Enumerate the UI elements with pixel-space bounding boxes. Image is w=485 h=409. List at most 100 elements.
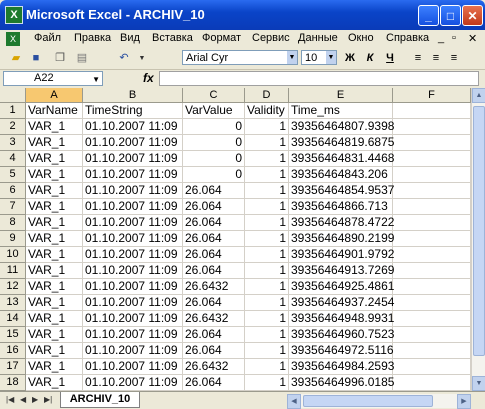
spreadsheet-grid[interactable]: A B C D E F 1 VarName TimeString VarValue Validity… — [0, 88, 471, 391]
table-cell[interactable] — [393, 231, 471, 247]
table-cell[interactable]: 0 — [183, 151, 245, 167]
table-cell[interactable]: 1 — [245, 375, 289, 391]
table-cell[interactable]: 1 — [245, 199, 289, 215]
table-cell[interactable]: VAR_1 — [26, 375, 83, 391]
table-cell[interactable] — [393, 167, 471, 183]
table-cell[interactable]: 01.10.2007 11:09 — [83, 167, 183, 183]
table-cell[interactable]: 01.10.2007 11:09 — [83, 151, 183, 167]
table-cell[interactable]: VAR_1 — [26, 279, 83, 295]
table-cell[interactable]: 1 — [245, 151, 289, 167]
prev-sheet-icon[interactable]: ◀ — [20, 395, 26, 404]
table-cell[interactable]: 1 — [245, 183, 289, 199]
font-name-select[interactable]: Arial Cyr ▼ — [182, 50, 298, 65]
row-header[interactable]: 7 — [0, 199, 26, 215]
horizontal-scroll-thumb[interactable] — [303, 395, 433, 407]
table-cell[interactable]: 39356464925.4861 — [289, 279, 394, 295]
font-size-select[interactable]: 10 ▼ — [301, 50, 337, 65]
row-header[interactable]: 5 — [0, 167, 26, 183]
sheet-tab-archiv-10[interactable]: ARCHIV_10 — [60, 392, 140, 408]
table-cell[interactable] — [393, 183, 471, 199]
doc-minimize-button[interactable]: _ — [438, 32, 444, 44]
table-cell[interactable]: 26.6432 — [183, 359, 245, 375]
table-cell[interactable]: 01.10.2007 11:09 — [83, 119, 183, 135]
table-cell[interactable]: 39356464996.0185 — [289, 375, 394, 391]
table-cell[interactable]: 01.10.2007 11:09 — [83, 199, 183, 215]
table-cell[interactable]: 39356464807.9398 — [289, 119, 394, 135]
table-cell[interactable]: 26.064 — [183, 343, 245, 359]
vertical-scroll-thumb[interactable] — [473, 106, 485, 356]
table-cell[interactable]: VAR_1 — [26, 199, 83, 215]
table-cell[interactable]: TimeString — [83, 103, 183, 119]
excel-icon[interactable]: X — [5, 6, 23, 24]
table-cell[interactable] — [393, 135, 471, 151]
table-cell[interactable] — [393, 279, 471, 295]
table-cell[interactable]: 39356464913.7269 — [289, 263, 394, 279]
table-cell[interactable]: VAR_1 — [26, 183, 83, 199]
table-cell[interactable]: 39356464854.9537 — [289, 183, 394, 199]
fx-icon[interactable]: fx — [143, 71, 154, 85]
align-left-icon[interactable]: ≡ — [410, 51, 426, 66]
column-header-b[interactable]: B — [83, 88, 183, 103]
last-sheet-icon[interactable]: ▶| — [44, 395, 52, 404]
align-center-icon[interactable]: ≡ — [428, 51, 444, 66]
table-cell[interactable]: 01.10.2007 11:09 — [83, 247, 183, 263]
table-cell[interactable]: 1 — [245, 359, 289, 375]
table-cell[interactable] — [393, 359, 471, 375]
scroll-right-icon[interactable]: ▶ — [457, 394, 471, 409]
bold-button[interactable]: Ж — [342, 51, 358, 66]
row-header[interactable]: 6 — [0, 183, 26, 199]
vertical-scrollbar[interactable]: ▲ ▼ — [471, 88, 485, 391]
table-cell[interactable]: 0 — [183, 167, 245, 183]
title-bar[interactable]: X Microsoft Excel - ARCHIV_10 _ □ ✕ — [0, 0, 485, 30]
chevron-down-icon[interactable]: ▼ — [134, 51, 150, 66]
table-cell[interactable]: 1 — [245, 327, 289, 343]
table-cell[interactable] — [393, 311, 471, 327]
table-cell[interactable]: VAR_1 — [26, 295, 83, 311]
table-cell[interactable]: 26.064 — [183, 231, 245, 247]
table-cell[interactable] — [393, 247, 471, 263]
table-cell[interactable]: 26.064 — [183, 375, 245, 391]
table-cell[interactable]: 26.064 — [183, 215, 245, 231]
menu-tools[interactable]: Сервис — [252, 32, 290, 44]
table-cell[interactable]: 39356464972.5116 — [289, 343, 394, 359]
table-cell[interactable]: 39356464831.4468 — [289, 151, 394, 167]
maximize-button[interactable]: □ — [440, 5, 461, 26]
chevron-down-icon[interactable]: ▼ — [287, 51, 297, 64]
table-cell[interactable]: 01.10.2007 11:09 — [83, 343, 183, 359]
select-all-corner[interactable] — [0, 88, 26, 103]
open-icon[interactable]: ▰ — [8, 51, 24, 66]
scroll-up-icon[interactable]: ▲ — [472, 88, 485, 103]
row-header[interactable]: 13 — [0, 295, 26, 311]
table-cell[interactable] — [393, 199, 471, 215]
table-cell[interactable]: VAR_1 — [26, 311, 83, 327]
table-cell[interactable]: VAR_1 — [26, 247, 83, 263]
column-header-c[interactable]: C — [183, 88, 245, 103]
column-header-f[interactable]: F — [393, 88, 471, 103]
table-cell[interactable]: 39356464890.2199 — [289, 231, 394, 247]
table-cell[interactable]: 01.10.2007 11:09 — [83, 311, 183, 327]
menu-format[interactable]: Формат — [202, 32, 241, 44]
next-sheet-icon[interactable]: ▶ — [32, 395, 38, 404]
table-cell[interactable]: 26.064 — [183, 327, 245, 343]
table-cell[interactable]: 39356464960.7523 — [289, 327, 394, 343]
table-cell[interactable]: Validity — [245, 103, 289, 119]
table-cell[interactable]: 1 — [245, 311, 289, 327]
row-header[interactable]: 15 — [0, 327, 26, 343]
menu-window[interactable]: Окно — [348, 32, 374, 44]
table-cell[interactable]: VarValue — [183, 103, 245, 119]
row-header[interactable]: 16 — [0, 343, 26, 359]
table-cell[interactable]: 01.10.2007 11:09 — [83, 327, 183, 343]
table-cell[interactable]: VAR_1 — [26, 215, 83, 231]
table-cell[interactable]: 1 — [245, 279, 289, 295]
menu-data[interactable]: Данные — [298, 32, 338, 44]
table-cell[interactable]: 01.10.2007 11:09 — [83, 215, 183, 231]
column-header-e[interactable]: E — [289, 88, 393, 103]
table-cell[interactable]: 01.10.2007 11:09 — [83, 295, 183, 311]
doc-close-button[interactable]: ✕ — [468, 32, 477, 45]
table-cell[interactable]: 39356464948.9931 — [289, 311, 394, 327]
table-cell[interactable]: 26.6432 — [183, 311, 245, 327]
workbook-icon[interactable]: X — [6, 32, 20, 46]
table-cell[interactable]: VAR_1 — [26, 135, 83, 151]
table-cell[interactable]: 01.10.2007 11:09 — [83, 263, 183, 279]
save-icon[interactable]: ■ — [28, 51, 44, 66]
